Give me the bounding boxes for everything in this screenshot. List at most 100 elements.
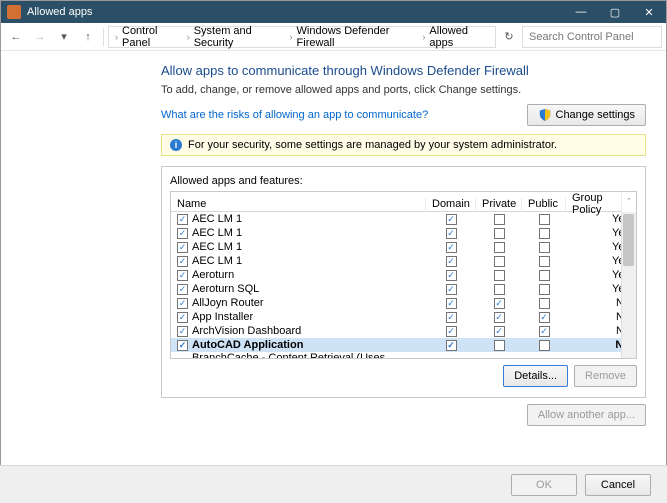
checkbox[interactable] — [494, 298, 505, 309]
checkbox[interactable] — [446, 312, 457, 323]
forward-button[interactable]: → — [29, 26, 51, 48]
col-public[interactable]: Public — [522, 198, 566, 210]
cell-public — [522, 298, 566, 309]
shield-icon — [538, 108, 552, 122]
cell-public — [522, 326, 566, 337]
checkbox[interactable] — [539, 242, 550, 253]
details-button[interactable]: Details... — [503, 365, 568, 387]
table-row[interactable]: AeroturnYes — [171, 268, 636, 282]
col-private[interactable]: Private — [476, 198, 522, 210]
crumb-allowed-apps[interactable]: Allowed apps — [429, 25, 489, 49]
remove-button[interactable]: Remove — [574, 365, 637, 387]
cell-domain — [426, 214, 476, 225]
checkbox[interactable] — [494, 256, 505, 267]
minimize-button[interactable]: — — [564, 1, 598, 23]
checkbox[interactable] — [446, 256, 457, 267]
checkbox[interactable] — [539, 256, 550, 267]
checkbox[interactable] — [539, 326, 550, 337]
cell-name: AEC LM 1 — [171, 241, 426, 253]
ok-button[interactable]: OK — [511, 474, 577, 496]
checkbox[interactable] — [177, 214, 188, 225]
checkbox[interactable] — [494, 270, 505, 281]
checkbox[interactable] — [446, 298, 457, 309]
checkbox[interactable] — [494, 242, 505, 253]
table-header: Name Domain Private Public Group Policy — [171, 192, 636, 212]
chevron-right-icon: › — [422, 32, 425, 42]
back-button[interactable]: ← — [5, 26, 27, 48]
risks-link[interactable]: What are the risks of allowing an app to… — [161, 109, 527, 121]
checkbox[interactable] — [177, 298, 188, 309]
checkbox[interactable] — [177, 270, 188, 281]
dialog-footer: OK Cancel — [0, 465, 667, 503]
checkbox[interactable] — [446, 340, 457, 351]
checkbox[interactable] — [177, 284, 188, 295]
table-row[interactable]: AEC LM 1Yes — [171, 240, 636, 254]
checkbox[interactable] — [177, 312, 188, 323]
checkbox[interactable] — [446, 270, 457, 281]
crumb-control-panel[interactable]: Control Panel — [122, 25, 183, 49]
checkbox[interactable] — [177, 256, 188, 267]
table-row[interactable]: App InstallerNo — [171, 310, 636, 324]
checkbox[interactable] — [494, 312, 505, 323]
checkbox[interactable] — [494, 326, 505, 337]
checkbox[interactable] — [539, 228, 550, 239]
maximize-button[interactable]: ▢ — [598, 1, 632, 23]
cell-private — [476, 214, 522, 225]
checkbox[interactable] — [446, 284, 457, 295]
breadcrumb[interactable]: › Control Panel › System and Security › … — [108, 26, 496, 48]
cell-domain — [426, 228, 476, 239]
checkbox[interactable] — [539, 298, 550, 309]
header-overflow-icon[interactable]: ˆ — [621, 192, 636, 212]
recent-dropdown[interactable]: ▾ — [53, 26, 75, 48]
checkbox[interactable] — [446, 326, 457, 337]
checkbox[interactable] — [494, 284, 505, 295]
table-row[interactable]: AEC LM 1Yes — [171, 254, 636, 268]
checkbox[interactable] — [446, 242, 457, 253]
app-icon — [7, 5, 21, 19]
table-row[interactable]: AEC LM 1Yes — [171, 212, 636, 226]
checkbox[interactable] — [539, 312, 550, 323]
checkbox[interactable] — [494, 214, 505, 225]
search-input[interactable]: Search Control Panel — [522, 26, 662, 48]
cell-public — [522, 214, 566, 225]
table-row[interactable]: AEC LM 1Yes — [171, 226, 636, 240]
refresh-button[interactable]: ↻ — [498, 30, 520, 43]
checkbox[interactable] — [539, 270, 550, 281]
cell-domain — [426, 256, 476, 267]
cell-name: BranchCache - Content Retrieval (Uses HT… — [171, 352, 426, 358]
crumb-firewall[interactable]: Windows Defender Firewall — [297, 25, 419, 49]
change-settings-button[interactable]: Change settings — [527, 104, 647, 126]
checkbox[interactable] — [177, 242, 188, 253]
checkbox[interactable] — [177, 326, 188, 337]
page-subtitle: To add, change, or remove allowed apps a… — [161, 84, 646, 96]
col-domain[interactable]: Domain — [426, 198, 476, 210]
table-row[interactable]: ArchVision DashboardNo — [171, 324, 636, 338]
scrollbar[interactable] — [621, 212, 636, 358]
scrollbar-thumb[interactable] — [623, 214, 634, 266]
checkbox[interactable] — [446, 228, 457, 239]
table-row[interactable]: Aeroturn SQLYes — [171, 282, 636, 296]
cell-domain — [426, 284, 476, 295]
checkbox[interactable] — [446, 214, 457, 225]
checkbox[interactable] — [539, 340, 550, 351]
checkbox[interactable] — [539, 214, 550, 225]
up-button[interactable]: ↑ — [77, 26, 99, 48]
cell-private — [476, 256, 522, 267]
checkbox[interactable] — [494, 340, 505, 351]
checkbox[interactable] — [177, 228, 188, 239]
table-row[interactable]: AutoCAD ApplicationNo — [171, 338, 636, 352]
close-button[interactable]: ✕ — [632, 1, 666, 23]
checkbox[interactable] — [177, 340, 188, 351]
checkbox[interactable] — [539, 284, 550, 295]
table-row[interactable]: AllJoyn RouterNo — [171, 296, 636, 310]
cell-public — [522, 340, 566, 351]
allow-another-app-button[interactable]: Allow another app... — [527, 404, 646, 426]
cancel-button[interactable]: Cancel — [585, 474, 651, 496]
col-name[interactable]: Name — [171, 198, 426, 210]
cell-name: AllJoyn Router — [171, 297, 426, 309]
group-title: Allowed apps and features: — [170, 175, 637, 187]
crumb-system-security[interactable]: System and Security — [194, 25, 286, 49]
chevron-right-icon: › — [115, 32, 118, 42]
checkbox[interactable] — [494, 228, 505, 239]
table-row[interactable]: BranchCache - Content Retrieval (Uses HT… — [171, 352, 636, 358]
